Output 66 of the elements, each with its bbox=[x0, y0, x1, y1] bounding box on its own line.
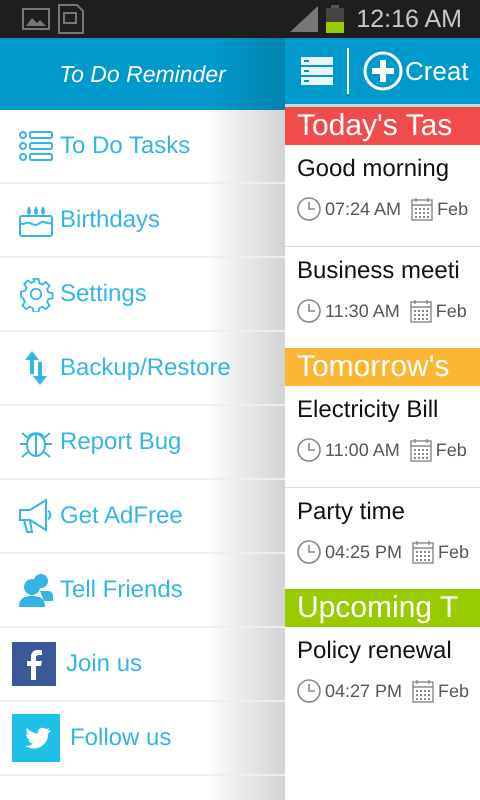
status-time: 12:16 AM bbox=[356, 4, 462, 34]
twitter-icon bbox=[12, 714, 60, 762]
drawer-item-label: Join us bbox=[66, 650, 142, 678]
add-icon bbox=[363, 51, 403, 91]
task-date: Feb bbox=[438, 680, 470, 702]
calendar-icon bbox=[411, 197, 434, 221]
drawer-item[interactable]: Settings bbox=[0, 258, 285, 332]
task-date: Feb bbox=[436, 440, 467, 460]
task-time: 04:27 PM bbox=[325, 680, 402, 702]
drawer-item-label: Get AdFree bbox=[60, 502, 183, 530]
task-date: Feb bbox=[437, 198, 468, 220]
image-icon bbox=[22, 7, 50, 31]
battery-icon bbox=[326, 5, 344, 33]
task-title: Party time bbox=[297, 498, 406, 526]
drawer-item-label: Settings bbox=[60, 280, 147, 308]
megaphone-icon bbox=[18, 498, 54, 534]
clock-icon bbox=[297, 438, 321, 462]
settings-icon bbox=[18, 276, 54, 312]
drawer-item[interactable]: Report Bug bbox=[0, 406, 285, 480]
people-icon bbox=[18, 573, 54, 607]
drawer-item[interactable]: Get AdFree bbox=[0, 480, 285, 554]
section-title: Today's Tas bbox=[297, 109, 452, 143]
task-row[interactable]: Party time 04:25 PM Feb bbox=[285, 488, 480, 589]
list-icon[interactable] bbox=[301, 57, 333, 85]
drawer-item[interactable]: Follow us bbox=[0, 702, 285, 776]
drawer-item-label: To Do Tasks bbox=[60, 132, 190, 160]
sd-card-icon bbox=[58, 4, 84, 34]
section-title: Tomorrow's bbox=[297, 350, 450, 384]
drawer-item[interactable]: Birthdays bbox=[0, 184, 285, 258]
task-time: 11:30 AM bbox=[325, 300, 400, 322]
drawer-item[interactable]: Join us bbox=[0, 628, 285, 702]
task-time: 11:00 AM bbox=[325, 440, 400, 460]
drawer-item[interactable]: To Do Tasks bbox=[0, 110, 285, 184]
section-title: Upcoming T bbox=[297, 591, 458, 625]
list-icon bbox=[18, 129, 54, 163]
drawer-item-label: Report Bug bbox=[60, 428, 182, 456]
signal-icon bbox=[290, 6, 318, 32]
create-button[interactable]: Creat bbox=[363, 51, 469, 91]
calendar-icon bbox=[412, 679, 434, 703]
drawer-item-label: Tell Friends bbox=[60, 576, 183, 604]
drawer-item[interactable]: Tell Friends bbox=[0, 554, 285, 628]
drawer-item-label: Follow us bbox=[70, 724, 172, 752]
task-title: Business meeti bbox=[297, 257, 461, 285]
drawer-item-label: Birthdays bbox=[60, 206, 160, 234]
calendar-icon bbox=[412, 540, 434, 564]
clock-icon bbox=[297, 197, 321, 221]
task-title: Policy renewal bbox=[297, 637, 453, 665]
task-row[interactable]: Business meeti 11:30 AM Feb bbox=[285, 247, 480, 348]
calendar-icon bbox=[410, 438, 432, 462]
task-title: Electricity Bill bbox=[297, 396, 440, 424]
calendar-icon bbox=[410, 299, 432, 323]
facebook-icon bbox=[12, 642, 56, 686]
task-row[interactable]: Electricity Bill 11:00 AM Feb bbox=[285, 386, 480, 488]
clock-icon bbox=[297, 299, 321, 323]
task-time: 04:25 PM bbox=[325, 542, 402, 562]
clock-icon bbox=[297, 679, 321, 703]
drawer-item[interactable]: Backup/Restore bbox=[0, 332, 285, 406]
task-date: Feb bbox=[436, 300, 467, 322]
drawer-title: To Do Reminder bbox=[59, 60, 226, 88]
task-title: Good morning bbox=[297, 155, 450, 183]
drawer-item-label: Backup/Restore bbox=[60, 354, 231, 382]
task-date: Feb bbox=[438, 542, 470, 562]
task-row[interactable]: Policy renewal 04:27 PM Feb bbox=[285, 627, 480, 728]
task-row[interactable]: Good morning 07:24 AM Feb bbox=[285, 145, 480, 247]
clock-icon bbox=[297, 540, 321, 564]
task-time: 07:24 AM bbox=[325, 198, 402, 220]
